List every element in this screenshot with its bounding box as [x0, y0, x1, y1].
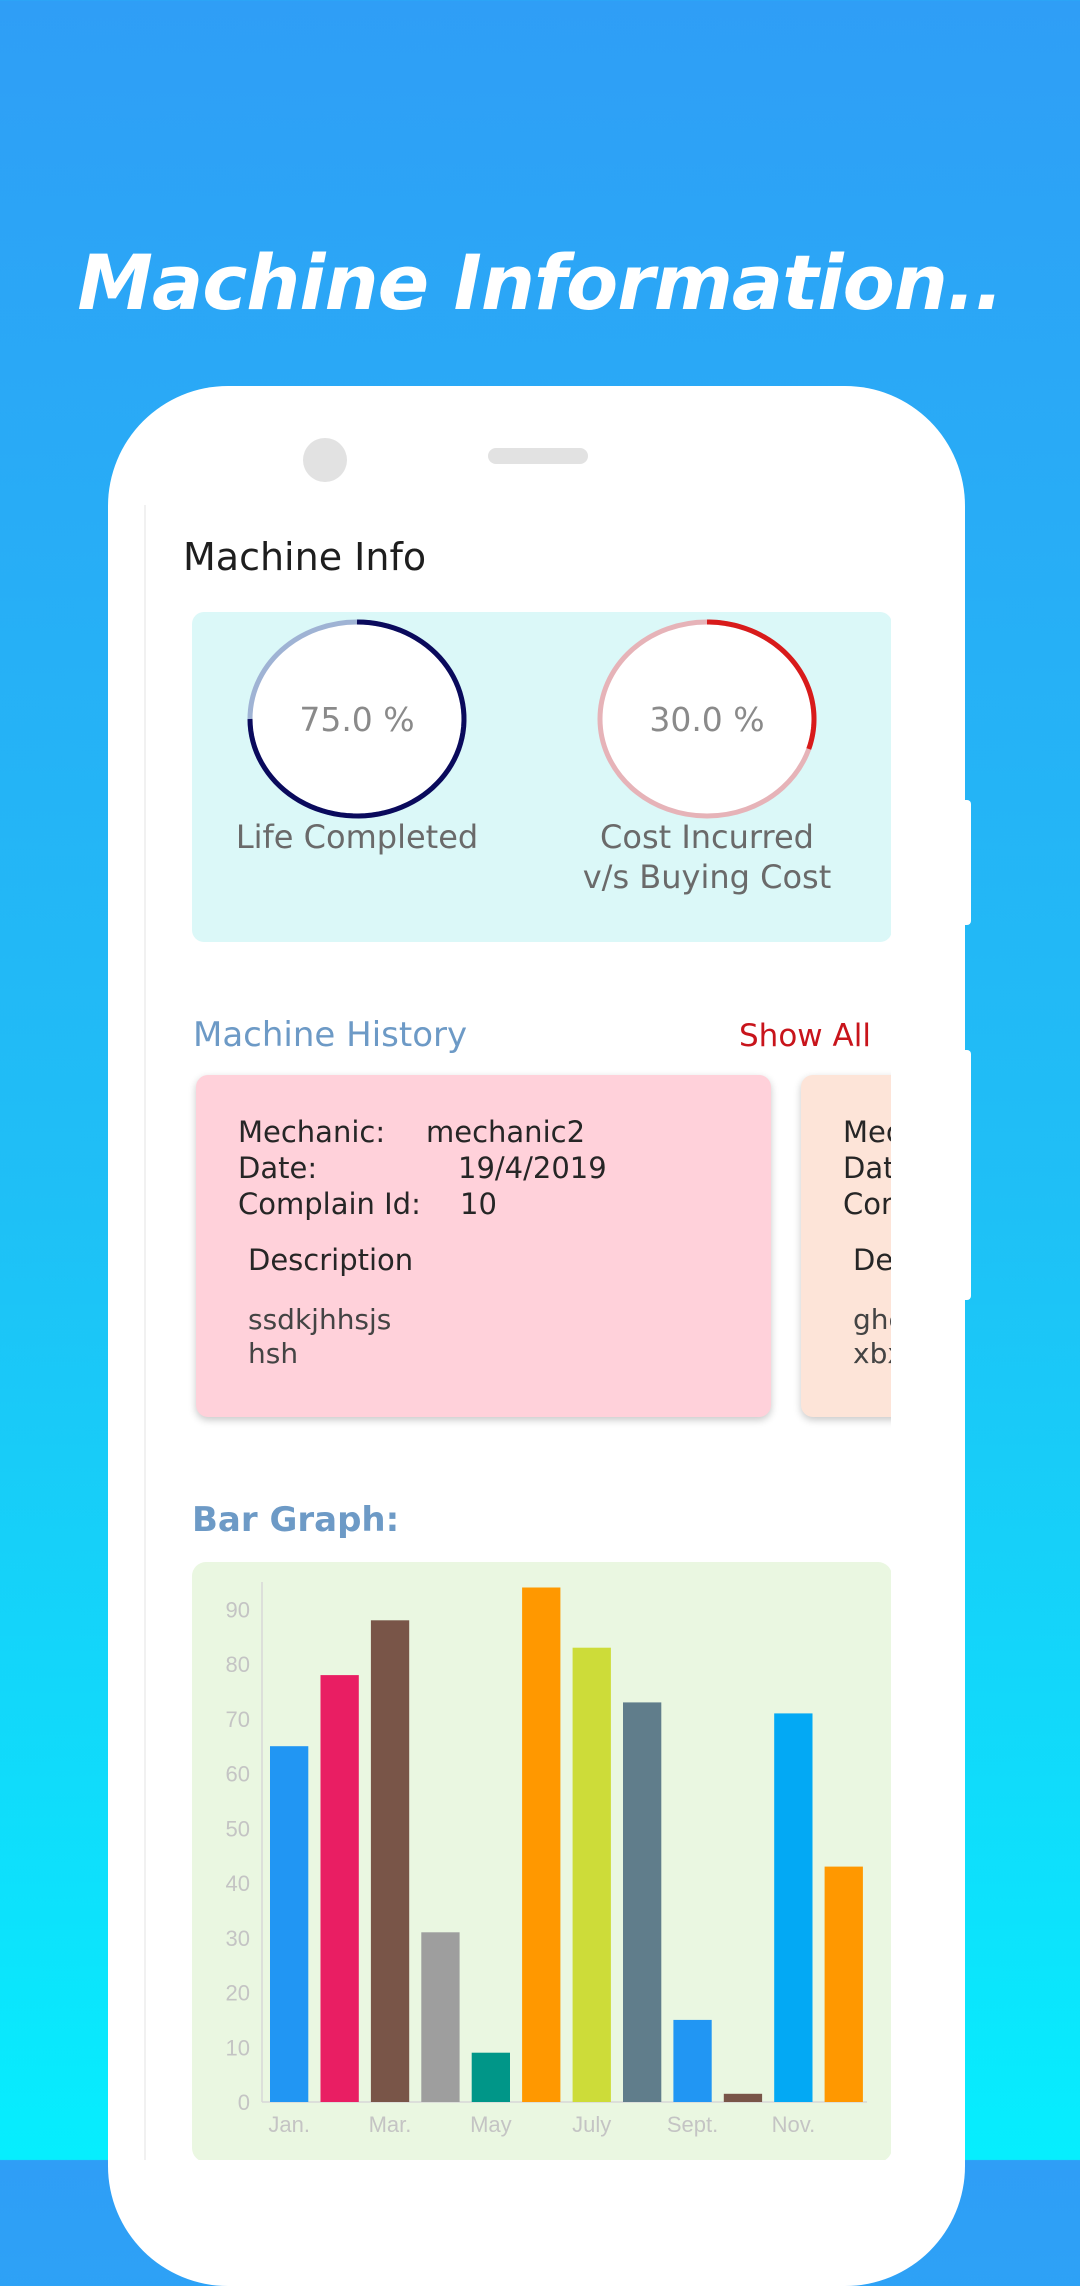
bar-may: [471, 2052, 510, 2102]
y-tick-label: 50: [226, 1816, 250, 1841]
mechanic-value: mechanic2: [426, 1115, 586, 1149]
phone-camera: [303, 438, 347, 482]
date-label: Date:: [238, 1151, 318, 1185]
description-label: Description: [248, 1243, 414, 1277]
y-tick-label: 60: [226, 1762, 250, 1787]
bar-chart: 0 10 20 30 40 50 60 70 80 90 Jan. Mar. May July Sept. N…: [226, 1582, 867, 2137]
app-screen: Machine Info 75.0 % Life Completed 30.0 …: [144, 505, 891, 2160]
bar-apr: [421, 1932, 460, 2102]
complain-id-label: Con: [843, 1187, 891, 1221]
description-text: ghc xbx: [853, 1303, 891, 1370]
y-tick-label: 40: [226, 1871, 250, 1896]
y-tick-label: 90: [226, 1597, 250, 1622]
y-tick-label: 30: [226, 1926, 250, 1951]
gauge-panel: 75.0 % Life Completed 30.0 % Cost Incurr…: [192, 612, 891, 942]
bar-graph-title: Bar Graph:: [192, 1500, 400, 1540]
bar-jun: [522, 1587, 561, 2102]
x-tick-label: Jan.: [268, 2112, 310, 2137]
page-title: Machine Info: [183, 535, 427, 579]
bar-sept: [673, 2019, 712, 2102]
y-tick-label: 0: [238, 2090, 250, 2115]
bar-july: [572, 1647, 611, 2102]
y-tick-label: 20: [226, 1981, 250, 2006]
bar-feb: [320, 1675, 359, 2102]
complain-id-value: 10: [460, 1187, 497, 1221]
gauge-value: 30.0 %: [649, 700, 764, 739]
history-card[interactable]: Mec Dat Con Des ghc xbx: [801, 1075, 891, 1417]
bar-mar: [370, 1620, 410, 2102]
life-completed-label: Life Completed: [235, 818, 479, 856]
x-tick-label: May: [470, 2112, 512, 2137]
bar-chart-panel: 0 10 20 30 40 50 60 70 80 90 Jan. Mar. May July Sept. N…: [192, 1562, 891, 2160]
x-tick-label: Mar.: [369, 2112, 412, 2137]
gauge-value: 75.0 %: [299, 700, 414, 739]
complain-id-label: Complain Id:: [238, 1187, 421, 1221]
x-tick-label: Nov.: [772, 2112, 816, 2137]
date-value: 19/4/2019: [458, 1151, 607, 1185]
life-completed-gauge: 75.0 %: [247, 619, 467, 819]
x-tick-label: July: [572, 2112, 611, 2137]
description-text: ssdkjhhsjs hsh: [248, 1303, 392, 1370]
phone-side-button: [964, 1050, 971, 1300]
phone-side-button: [964, 800, 971, 925]
bar-aug: [623, 1702, 662, 2102]
y-tick-label: 80: [226, 1652, 250, 1677]
date-label: Dat: [843, 1151, 891, 1185]
bar-dec: [824, 1866, 863, 2102]
y-tick-label: 10: [226, 2035, 250, 2060]
bar-oct: [723, 2093, 763, 2102]
mechanic-label: Mechanic:: [238, 1115, 386, 1149]
headline: Machine Information..: [77, 238, 1003, 327]
mechanic-label: Mec: [843, 1115, 891, 1149]
history-card[interactable]: Mechanic: mechanic2 Date: 19/4/2019 Comp…: [196, 1075, 771, 1417]
machine-history-title: Machine History: [193, 1015, 468, 1055]
description-label: Des: [853, 1243, 891, 1277]
bar-jan: [270, 1746, 309, 2102]
phone-speaker: [488, 448, 588, 464]
show-all-link[interactable]: Show All: [739, 1018, 871, 1054]
cost-incurred-gauge: 30.0 %: [597, 619, 817, 819]
x-tick-label: Sept.: [667, 2112, 718, 2137]
y-tick-label: 70: [226, 1707, 250, 1732]
cost-incurred-label: Cost Incurred v/s Buying Cost: [582, 818, 832, 896]
bar-nov: [774, 1713, 813, 2102]
